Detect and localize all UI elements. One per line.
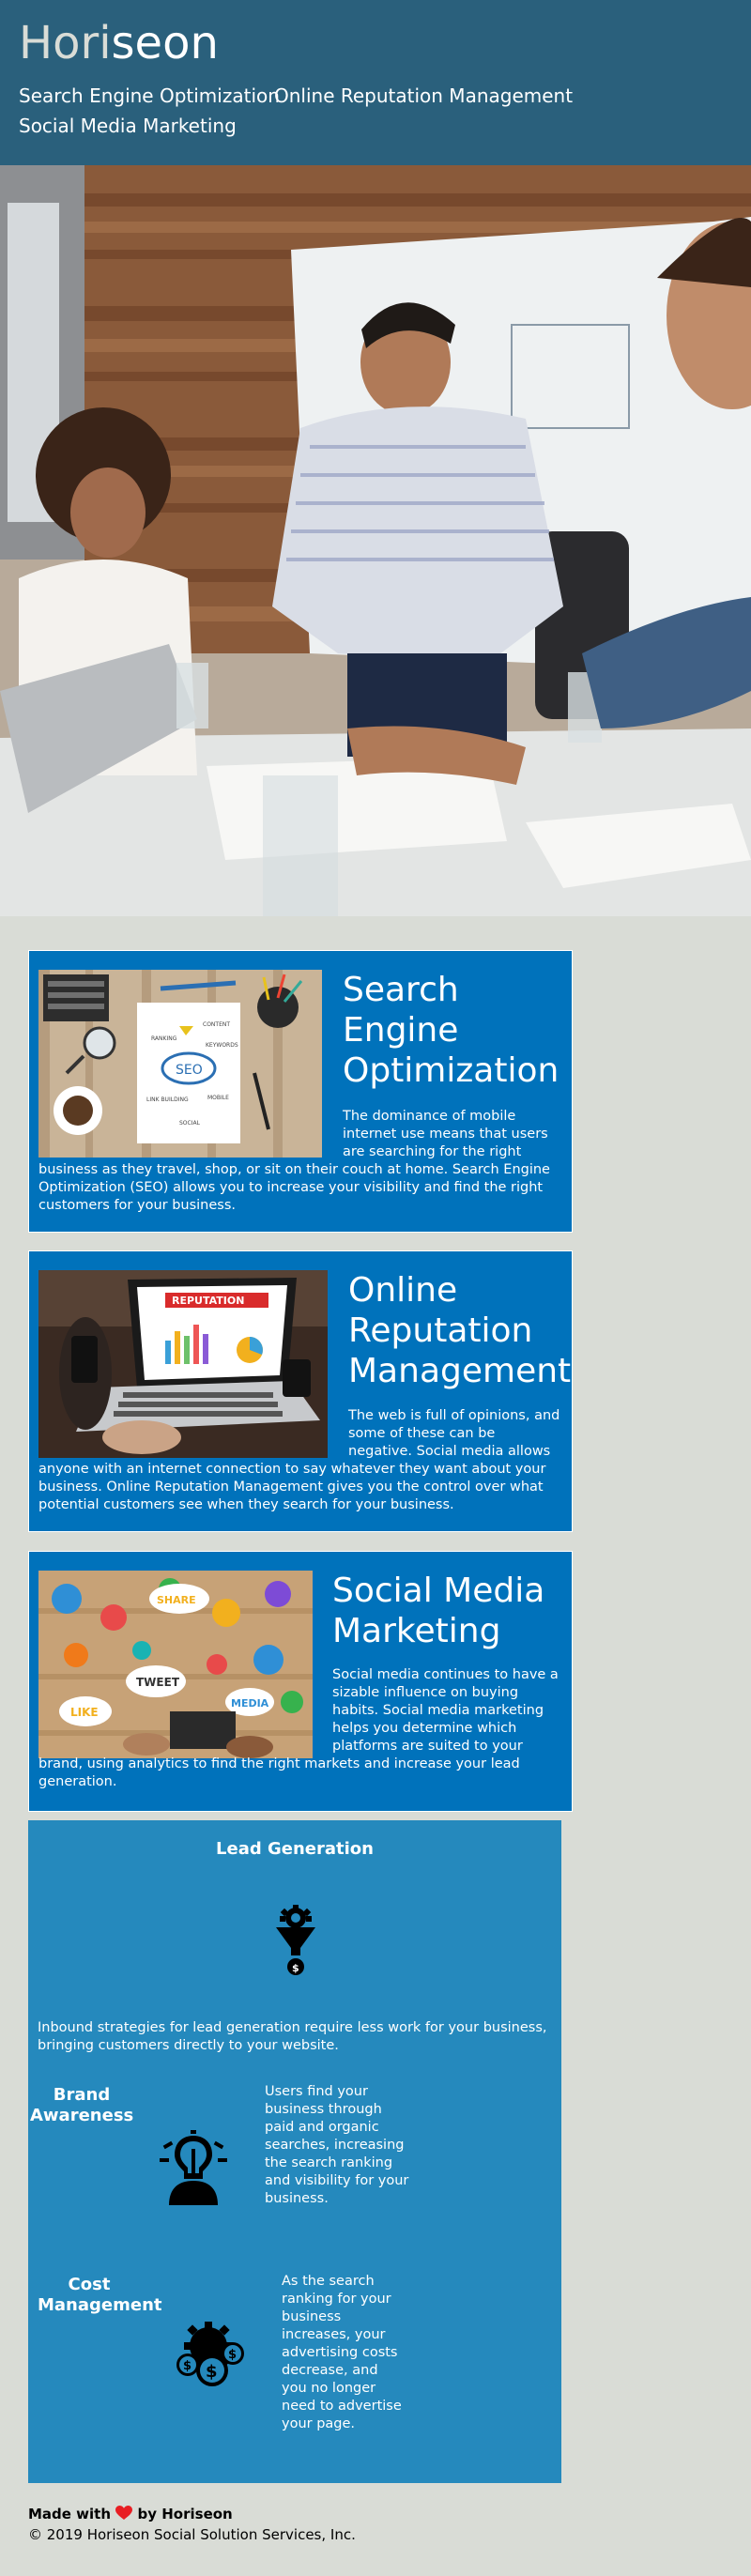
card-text: The web is full of opinions, and some of…	[38, 1408, 560, 1512]
content-card-reputation: REPUTATION Online Reputation Management …	[28, 1250, 573, 1532]
svg-text:KEYWORDS: KEYWORDS	[206, 1042, 238, 1049]
hero-image	[0, 165, 751, 916]
card-text: The dominance of mobile internet use mea…	[38, 1109, 550, 1213]
content-card-seo: SEO RANKING CONTENT KEYWORDS LINK BUILDING…	[28, 950, 573, 1233]
nav-link-seo[interactable]: Search Engine Optimization	[19, 84, 280, 107]
card-title: Search Engine Optimization	[343, 971, 559, 1090]
svg-text:REPUTATION: REPUTATION	[172, 1295, 244, 1307]
lead-generation-title: Lead Generation	[216, 1839, 374, 1859]
brand-awareness-text: Users find your business through paid an…	[265, 2084, 409, 2206]
nav-link-reputation[interactable]: Online Reputation Management	[274, 84, 573, 107]
svg-text:MOBILE: MOBILE	[207, 1095, 229, 1101]
svg-text:SEO: SEO	[176, 1063, 203, 1078]
nav-link-social-media[interactable]: Social Media Marketing	[19, 115, 237, 137]
content-card-social-media: SHARE TWEET LIKE MEDIA Social Media Mark…	[28, 1551, 573, 1812]
svg-text:$: $	[292, 1962, 299, 1974]
svg-text:$: $	[228, 2348, 237, 2362]
svg-text:RANKING: RANKING	[151, 1035, 177, 1042]
svg-text:LINK BUILDING: LINK BUILDING	[146, 1096, 189, 1103]
cost-management-title: Cost Management	[38, 2275, 162, 2315]
svg-text:SHARE: SHARE	[157, 1594, 196, 1606]
card-text: Social media continues to have a sizable…	[38, 1667, 559, 1789]
cost-management-text: As the search ranking for your business …	[282, 2274, 402, 2431]
svg-text:CONTENT: CONTENT	[203, 1021, 230, 1028]
site-footer: Made with by Horiseon © 2019 Horiseon So…	[28, 2505, 685, 2544]
svg-text:$: $	[183, 2359, 192, 2373]
lead-generation-text: Inbound strategies for lead generation r…	[38, 2020, 547, 2053]
svg-text:$: $	[206, 2362, 218, 2382]
benefits-section: Lead Generation $ Inbound strategies for…	[28, 1820, 561, 2483]
site-header: Horiseon Search Engine Optimization Onli…	[0, 0, 751, 165]
logo[interactable]: Horiseon	[19, 17, 219, 69]
card-title: Social Media Marketing	[332, 1572, 545, 1650]
card-title: Online Reputation Management	[348, 1271, 572, 1390]
lightbulb-head-icon	[160, 2130, 227, 2209]
copyright: © 2019 Horiseon Social Solution Services…	[28, 2526, 356, 2543]
gear-dollar-icon: $ $ $	[175, 2318, 248, 2393]
funnel-gear-icon: $	[274, 1905, 317, 1980]
brand-awareness-title: Brand Awareness	[30, 2085, 134, 2125]
footer-made-with: Made with by Horiseon	[28, 2505, 685, 2525]
heart-icon	[115, 2506, 133, 2525]
